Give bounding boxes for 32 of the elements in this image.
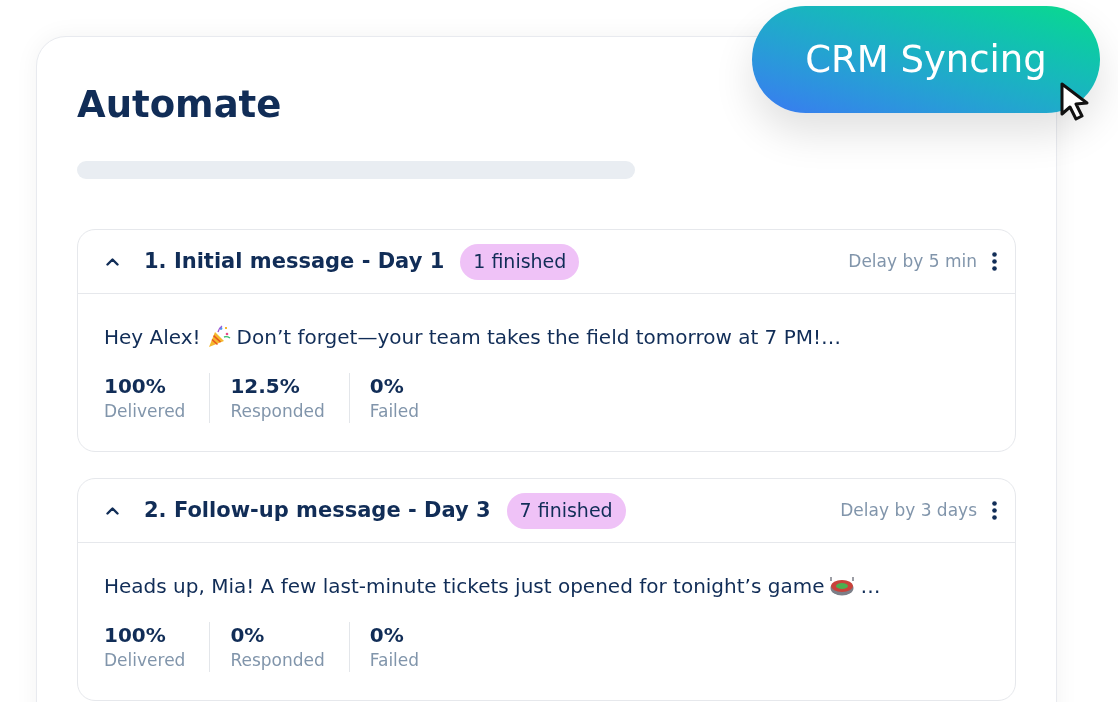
stat-label: Responded: [230, 649, 325, 672]
stat-value: 100%: [104, 622, 167, 648]
stat-label: Delivered: [104, 400, 186, 423]
stat-label: Delivered: [104, 649, 186, 672]
party-popper-icon: [206, 325, 231, 349]
stat-label: Failed: [369, 649, 420, 672]
status-badge: 7 finished: [506, 492, 626, 529]
status-badge: 1 finished: [460, 243, 580, 280]
stat-value: 100%: [104, 373, 167, 399]
more-icon: [991, 501, 997, 520]
step-title: 2. Follow-up message - Day 3: [144, 496, 491, 524]
chevron-up-icon: [105, 506, 119, 515]
stat-value: 0%: [369, 373, 405, 399]
stat-value: 0%: [230, 622, 266, 648]
crm-syncing-button[interactable]: CRM Syncing: [752, 6, 1100, 113]
delay-label: Delay by 5 min: [848, 249, 977, 273]
more-icon: [991, 252, 997, 271]
delay-label: Delay by 3 days: [840, 498, 977, 522]
message-text: Heads up, Mia! A few last-minute tickets just opened for tonight’s game: [104, 573, 825, 600]
message-text: Hey Alex!: [104, 324, 201, 351]
message-text: Don’t forget—your team takes the field tomorrow at 7 PM!…: [236, 324, 842, 351]
stat-label: Failed: [369, 400, 420, 423]
stat-label: Responded: [230, 400, 325, 423]
stat-value: 0%: [369, 622, 405, 648]
step-title: 1. Initial message - Day 1: [144, 247, 445, 275]
stadium-icon: [830, 576, 855, 596]
more-options-button[interactable]: [989, 249, 999, 274]
chevron-up-icon: [105, 257, 119, 266]
page-title: Automate: [77, 82, 282, 128]
stat-value: 12.5%: [230, 373, 301, 399]
message-text: …: [860, 573, 881, 600]
more-options-button[interactable]: [989, 498, 999, 523]
